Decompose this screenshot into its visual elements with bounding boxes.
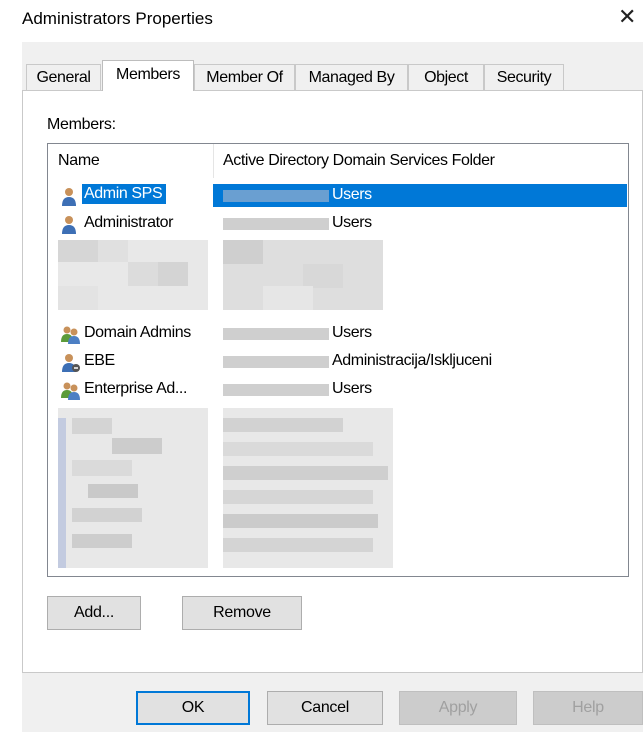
column-header-name[interactable]: Name [58,152,100,170]
member-name: Admin SPS [82,184,167,204]
member-folder: Users [332,186,372,203]
column-divider[interactable] [213,144,214,178]
member-name: EBE [84,352,115,369]
member-folder: Users [332,214,372,231]
column-header-folder[interactable]: Active Directory Domain Services Folder [223,152,495,170]
tab-security[interactable]: Security [484,64,564,90]
user-icon [62,216,76,234]
list-item[interactable]: Admin SPS Users [48,182,628,210]
member-folder: Users [332,380,372,397]
member-name: Enterprise Ad... [84,380,187,397]
redacted-block [223,240,383,310]
redacted-block [58,408,208,568]
tab-member-of[interactable]: Member Of [194,64,295,90]
tab-managed-by[interactable]: Managed By [295,64,408,90]
group-icon [61,382,80,400]
tab-general[interactable]: General [26,64,101,90]
member-name: Administrator [84,214,174,231]
member-folder: Users [332,324,372,341]
members-list[interactable]: Name Active Directory Domain Services Fo… [47,143,629,577]
apply-button[interactable]: Apply [399,691,517,725]
list-item[interactable]: Administrator Users [48,210,628,238]
list-item[interactable]: Enterprise Ad... Users [48,376,628,404]
redacted-path [223,218,329,230]
help-button[interactable]: Help [533,691,643,725]
group-icon [61,326,80,344]
window-title: Administrators Properties [22,9,213,28]
members-label: Members: [47,116,116,133]
remove-button[interactable]: Remove [182,596,302,630]
disabled-user-icon [62,354,80,372]
member-name: Domain Admins [84,324,191,341]
list-item[interactable]: Domain Admins Users [48,320,628,348]
redacted-path [223,384,329,396]
add-button[interactable]: Add... [47,596,141,630]
member-folder: Administracija/Iskljuceni [332,352,492,369]
members-panel: Members: Name Active Directory Domain Se… [22,90,643,673]
redacted-path [223,328,329,340]
ok-button[interactable]: OK [136,691,250,725]
redacted-path [223,356,329,368]
redacted-block [58,240,208,310]
cancel-button[interactable]: Cancel [267,691,383,725]
tab-members[interactable]: Members [102,60,194,91]
list-header: Name Active Directory Domain Services Fo… [48,144,628,178]
redacted-path [223,190,329,202]
user-icon [62,188,76,206]
close-icon[interactable]: ✕ [618,4,636,30]
title-bar: Administrators Properties ✕ [0,0,643,40]
redacted-block [223,408,393,568]
properties-dialog: General Members Member Of Managed By Obj… [22,42,643,732]
tab-object[interactable]: Object [408,64,484,90]
list-item[interactable]: EBE Administracija/Iskljuceni [48,348,628,376]
